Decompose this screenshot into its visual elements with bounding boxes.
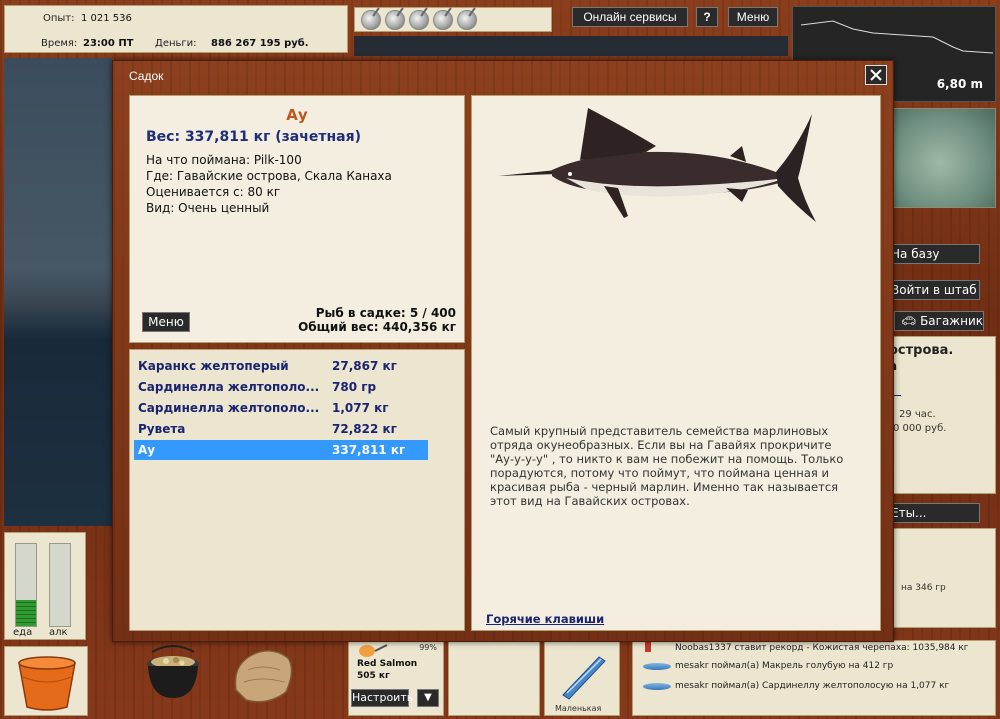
hud-strip (354, 36, 788, 56)
rod-reel-icon[interactable] (385, 9, 405, 30)
needs-meters: еда алк (4, 532, 86, 640)
enter-hq-button[interactable]: Войти в штаб (884, 280, 980, 300)
catch-name: Сардинелла желтополо... (138, 380, 320, 394)
fish-name: Ау (286, 106, 308, 124)
dialog-title: Садок (129, 69, 164, 83)
catch-name: Ау (138, 443, 156, 457)
depth-value: 6,80 m (936, 77, 983, 91)
lure-weight: 505 кг (357, 671, 390, 681)
catch-weight: 27,867 кг (332, 359, 397, 373)
bucket-icon (18, 656, 76, 711)
online-services-button[interactable]: Онлайн сервисы (572, 7, 688, 27)
total-weight: Общий вес: 440,356 кг (298, 320, 456, 334)
right-chat-panel: на 346 гр (884, 528, 996, 628)
setup-button[interactable]: Настроить (351, 689, 413, 707)
catch-location: Где: Гавайские острова, Скала Канаха (146, 169, 392, 183)
fish-description-panel: Самый крупный представитель семейства ма… (471, 95, 881, 631)
cauldron-icon (147, 645, 199, 698)
keepnet-dialog: Садок Ау Вес: 337,811 кг (зачетная) На ч… (112, 60, 894, 642)
trunk-button[interactable]: 🚗︎ Багажник (894, 311, 984, 331)
food-meter (15, 543, 37, 627)
catch-list: Каранкс желтоперый 27,867 кг Сардинелла … (129, 349, 465, 631)
catch-name: Сардинелла желтополо... (138, 401, 320, 415)
food-label: еда (13, 627, 33, 638)
catch-weight: 1,077 кг (332, 401, 389, 415)
fish-menu-button[interactable]: Меню (142, 312, 190, 332)
lure-icon (359, 644, 388, 657)
alcohol-meter (49, 543, 71, 627)
more-button[interactable]: Еты... (884, 503, 980, 523)
hotkeys-link[interactable]: Горячие клавиши (486, 612, 604, 626)
to-base-button[interactable]: На базу (884, 244, 980, 264)
empty-tackle-slot[interactable] (448, 640, 540, 716)
time-label: Время: (41, 38, 78, 49)
fish-icon (643, 683, 671, 690)
value-threshold: Оценивается с: 80 кг (146, 185, 281, 199)
main-menu-button[interactable]: Меню (728, 7, 778, 27)
fish-icon (643, 663, 671, 670)
bait-slot[interactable]: Маленькая (544, 640, 620, 716)
time-value: 23:00 ПТ (83, 38, 134, 49)
right-chat-line: на 346 гр (901, 583, 946, 593)
alcohol-label: алк (49, 627, 68, 638)
money-label: Деньги: (155, 38, 197, 49)
chat-message: mesakr поймал(а) Макрель голубую на 412 … (675, 661, 894, 671)
location-info-title: острова. (889, 343, 954, 358)
rod-reel-icon[interactable] (433, 9, 453, 30)
cooking-pot[interactable] (142, 644, 204, 704)
money-value: 886 267 195 руб. (211, 38, 309, 49)
list-item[interactable]: Каранкс желтоперый 27,867 кг (134, 356, 428, 376)
list-item[interactable]: Рувета 72,822 кг (134, 419, 428, 439)
close-button[interactable] (865, 65, 887, 85)
water-view[interactable] (4, 58, 112, 526)
fish-count: Рыб в садке: 5 / 400 (315, 306, 456, 320)
location-info-panel: острова. а 29 час. 0 000 руб. (884, 336, 996, 494)
chat-message: mesakr поймал(а) Сардинеллу желтополосую… (675, 681, 950, 691)
exp-value: 1 021 536 (81, 13, 132, 24)
close-icon (870, 69, 882, 81)
rod-reel-icon[interactable] (409, 9, 429, 30)
catch-weight: 337,811 кг (332, 443, 406, 457)
help-button[interactable]: ? (696, 7, 718, 27)
location-info-line2: 0 000 руб. (893, 423, 947, 434)
tackle-slot[interactable]: 99% Red Salmon 505 кг Настроить ▼ (348, 640, 444, 716)
keepnet-bucket-slot[interactable] (4, 646, 88, 716)
rod-reel-icon[interactable] (457, 9, 477, 30)
sack-icon (234, 650, 293, 703)
player-stats-panel: Опыт: 1 021 536 Время: 23:00 ПТ Деньги: … (4, 5, 348, 53)
car-icon: 🚗︎ (901, 314, 921, 328)
catch-weight: 780 гр (332, 380, 377, 394)
dropdown-button[interactable]: ▼ (417, 689, 439, 707)
caught-on: На что поймана: Pilk-100 (146, 153, 302, 167)
list-item[interactable]: Сардинелла желтополо... 780 гр (134, 377, 428, 397)
chat-message: Noobas1337 ставит рекорд - Кожистая чере… (675, 643, 969, 653)
jig-lure-icon (562, 656, 606, 700)
lure-durability: 99% (419, 643, 437, 652)
catch-weight: 72,822 кг (332, 422, 397, 436)
black-marlin-icon (498, 108, 816, 222)
rod-slots (354, 7, 552, 32)
fish-kind: Вид: Очень ценный (146, 201, 270, 215)
record-icon (645, 642, 651, 652)
list-item[interactable]: Сардинелла желтополо... 1,077 кг (134, 398, 428, 418)
catch-name: Каранкс желтоперый (138, 359, 289, 373)
food-meter-fill (16, 599, 36, 626)
fish-weight: Вес: 337,811 кг (зачетная) (146, 129, 361, 145)
chat-log[interactable]: Noobas1337 ставит рекорд - Кожистая чере… (632, 640, 996, 716)
lure-name: Red Salmon (357, 659, 418, 669)
bait-name: Маленькая (555, 704, 602, 713)
fish-info-panel: Ау Вес: 337,811 кг (зачетная) На что пой… (129, 95, 465, 343)
catch-name: Рувета (138, 422, 186, 436)
bait-sack[interactable] (228, 640, 298, 708)
trunk-label: Багажник (920, 314, 984, 328)
fish-description: Самый крупный представитель семейства ма… (490, 424, 844, 508)
list-item-selected[interactable]: Ау 337,811 кг (134, 440, 428, 460)
exp-label: Опыт: (43, 13, 75, 24)
location-info-line1: 29 час. (899, 409, 936, 420)
location-map[interactable] (884, 108, 996, 208)
rod-reel-icon[interactable] (361, 9, 381, 30)
